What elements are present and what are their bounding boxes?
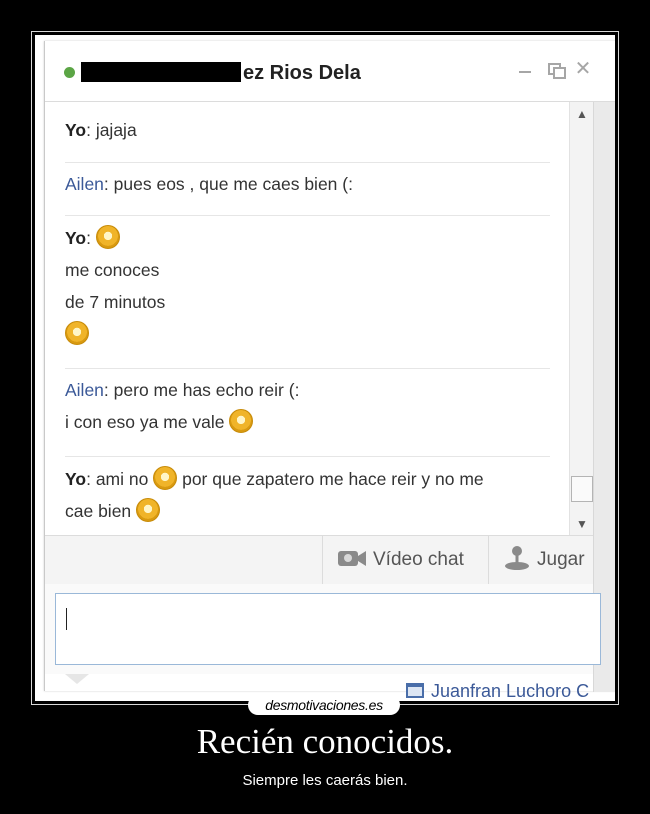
watermark: desmotivaciones.es: [248, 695, 400, 715]
message-text: pero me has echo reir (:: [113, 380, 300, 400]
message-divider: [65, 456, 550, 457]
online-status-icon: [64, 67, 75, 78]
message: Yo: ami no por que zapatero me hace reir…: [65, 463, 553, 527]
message-text: de 7 minutos: [65, 292, 166, 312]
smiley-icon: [65, 321, 89, 346]
window-tail: [65, 674, 89, 684]
message: Yo: jajaja: [65, 120, 137, 140]
message-sender: Yo: [65, 469, 87, 489]
smiley-icon: [136, 498, 161, 523]
background-contact-tab[interactable]: Juanfran Luchoro C: [405, 681, 615, 701]
chat-input-area: [45, 584, 601, 674]
message-sender: Yo: [65, 228, 87, 248]
joystick-icon: [505, 545, 529, 570]
scroll-up-icon[interactable]: ▲: [570, 102, 594, 124]
message-text: me conoces: [65, 260, 160, 280]
message-sender: Ailen: [65, 380, 104, 400]
message-sender: Yo: [65, 120, 87, 140]
message: Ailen: pues eos , que me caes bien (:: [65, 174, 353, 194]
message-scrollbar[interactable]: ▲ ▼: [569, 102, 594, 535]
message-input[interactable]: [55, 593, 601, 665]
redacted-name: [81, 62, 241, 82]
smiley-icon: [95, 225, 120, 250]
poster-subcaption: Siempre les caerás bien.: [242, 772, 408, 789]
chat-title: ez Rios Dela: [243, 62, 361, 84]
message-text: por que zapatero me hace reir y no me: [182, 469, 484, 489]
screenshot: ez Rios Dela ✕ Yo: jajaja Ailen: pues eo…: [35, 35, 615, 701]
scroll-down-icon[interactable]: ▼: [570, 513, 594, 535]
message-list: Yo: jajaja Ailen: pues eos , que me caes…: [45, 102, 557, 535]
video-camera-icon: [338, 550, 366, 566]
calendar-icon: [406, 683, 424, 699]
minimize-icon[interactable]: [515, 59, 535, 79]
message-divider: [65, 368, 550, 369]
message: Yo: me conoces de 7 minutos: [65, 222, 553, 350]
video-chat-button[interactable]: Vídeo chat: [322, 536, 501, 584]
video-chat-label: Vídeo chat: [373, 549, 464, 570]
text-caret: [66, 608, 67, 630]
message-text: pues eos , que me caes bien (:: [113, 174, 353, 194]
message-divider: [65, 162, 550, 163]
message-text: ami no: [95, 469, 149, 489]
smiley-icon: [153, 466, 178, 491]
poster-frame: ez Rios Dela ✕ Yo: jajaja Ailen: pues eo…: [31, 31, 619, 705]
chat-titlebar[interactable]: ez Rios Dela ✕: [45, 41, 615, 102]
message-text: i con eso ya me vale: [65, 412, 225, 432]
poster-caption: Recién conocidos.: [196, 722, 454, 761]
popout-icon[interactable]: [545, 59, 566, 79]
message-sender: Ailen: [65, 174, 104, 194]
close-icon[interactable]: ✕: [573, 59, 593, 79]
message-divider: [65, 215, 550, 216]
play-button[interactable]: Jugar: [488, 536, 608, 584]
scroll-thumb[interactable]: [571, 476, 593, 502]
play-label: Jugar: [537, 549, 585, 570]
message-text: cae bien: [65, 501, 132, 521]
background-contact-name: Juanfran Luchoro C: [431, 681, 590, 701]
message: Ailen: pero me has echo reir (: i con es…: [65, 380, 300, 434]
chat-window: ez Rios Dela ✕ Yo: jajaja Ailen: pues eo…: [44, 41, 615, 692]
smiley-icon: [229, 409, 254, 434]
chat-actions-bar: Vídeo chat Jugar: [45, 535, 593, 585]
message-text: jajaja: [95, 120, 137, 140]
